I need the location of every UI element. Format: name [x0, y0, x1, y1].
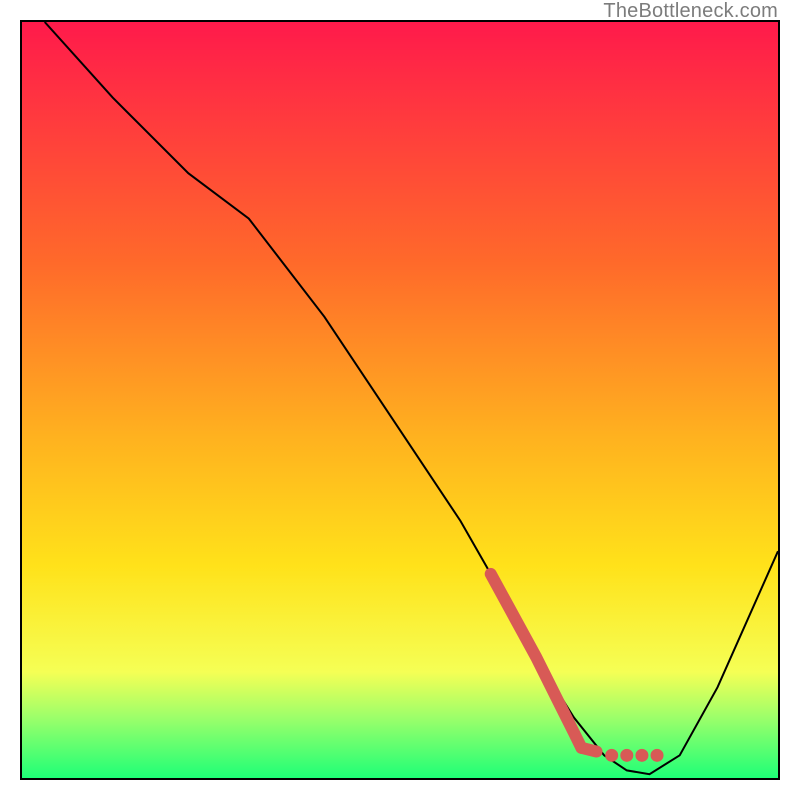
chart-svg: [22, 22, 778, 778]
highlight-segment: [491, 574, 582, 748]
highlight-dot: [651, 749, 663, 761]
highlight-elbow: [581, 748, 596, 752]
bottleneck-curve: [45, 22, 778, 774]
chart-container: TheBottleneck.com: [0, 0, 800, 800]
highlight-dot: [606, 749, 618, 761]
highlight-markers: [491, 574, 663, 761]
plot-area: [20, 20, 780, 780]
highlight-dot: [636, 749, 648, 761]
highlight-dot: [621, 749, 633, 761]
